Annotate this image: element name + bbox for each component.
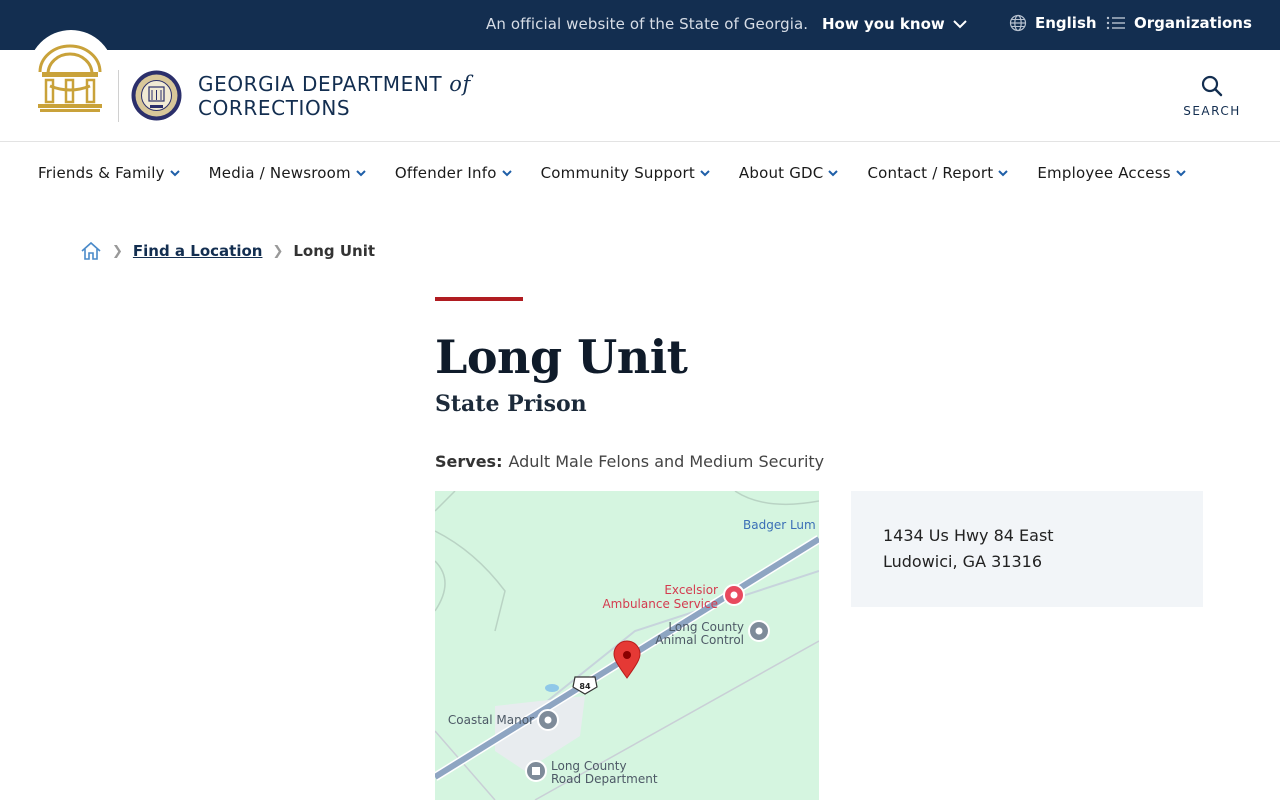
address-line1: 1434 Us Hwy 84 East [883, 526, 1054, 545]
home-icon[interactable] [80, 240, 102, 262]
address-card: 1434 Us Hwy 84 East Ludowici, GA 31316 [851, 491, 1203, 607]
highway-shield-label: 84 [579, 682, 591, 691]
site-header: GEORGIA DEPARTMENT of CORRECTIONS SEARCH [0, 30, 1280, 142]
chevron-down-icon [356, 170, 366, 177]
official-banner: An official website of the State of Geor… [0, 0, 1280, 50]
poi-label: Road Department [551, 772, 658, 786]
serves-value: Adult Male Felons and Medium Security [508, 452, 825, 471]
nav-item-label: Media / Newsroom [208, 164, 351, 182]
chevron-down-icon [1176, 170, 1186, 177]
nav-item-community-support[interactable]: Community Support [541, 164, 711, 182]
agency-name-of: of [449, 72, 471, 96]
poi-label: Excelsior [664, 583, 718, 597]
logo-divider [118, 70, 119, 122]
chevron-down-icon [501, 170, 512, 177]
how-you-know-toggle[interactable]: How you know [822, 15, 967, 33]
main-navigation: Friends & Family Media / Newsroom Offend… [0, 143, 1280, 203]
breadcrumb-current: Long Unit [293, 242, 376, 260]
poi-animal-control[interactable]: Long County Animal Control [655, 620, 770, 647]
poi-label: Long County [668, 620, 744, 634]
nav-item-friends-family[interactable]: Friends & Family [38, 164, 181, 182]
nav-item-contact-report[interactable]: Contact / Report [867, 164, 1009, 182]
address-line2: Ludowici, GA 31316 [883, 552, 1042, 571]
location-pin-icon[interactable] [613, 640, 641, 679]
globe-icon [1009, 14, 1027, 32]
map-label-badger: Badger Lum [743, 518, 816, 532]
location-map[interactable]: 84 Excelsior Ambulance Service Long Coun… [435, 491, 819, 800]
chevron-down-icon [828, 170, 839, 177]
nav-item-label: Community Support [540, 164, 695, 182]
chevron-down-icon [998, 170, 1009, 177]
nav-item-label: Offender Info [394, 164, 497, 182]
breadcrumb-separator: ❯ [112, 243, 123, 259]
search-icon [1201, 75, 1223, 97]
nav-item-about-gdc[interactable]: About GDC [739, 164, 840, 182]
breadcrumb: ❯ Find a Location ❯ Long Unit [80, 240, 375, 262]
language-label: English [1035, 14, 1097, 32]
poi-label: Ambulance Service [602, 597, 718, 611]
nav-item-label: About GDC [738, 164, 824, 182]
page-title: Long Unit [435, 330, 688, 384]
nav-item-media-newsroom[interactable]: Media / Newsroom [209, 164, 367, 182]
serves-label: Serves: [435, 452, 503, 471]
poi-road-department[interactable]: Long County Road Department [525, 759, 658, 786]
agency-name-line1: GEORGIA DEPARTMENT [198, 72, 443, 96]
nav-item-employee-access[interactable]: Employee Access [1037, 164, 1186, 182]
poi-label: Animal Control [655, 633, 744, 647]
agency-name-line2: CORRECTIONS [198, 96, 351, 120]
search-label: SEARCH [1183, 104, 1241, 118]
official-website-text: An official website of the State of Geor… [486, 15, 809, 33]
chevron-down-icon [700, 170, 710, 177]
nav-item-offender-info[interactable]: Offender Info [395, 164, 513, 182]
nav-item-label: Friends & Family [38, 164, 165, 182]
poi-label: Coastal Manor [448, 713, 534, 727]
breadcrumb-link-find-location[interactable]: Find a Location [133, 242, 263, 260]
page-subtitle: State Prison [435, 391, 587, 417]
serves-info: Serves: Adult Male Felons and Medium Secu… [435, 452, 824, 471]
search-button[interactable]: SEARCH [1180, 74, 1244, 118]
georgia-arch-logo[interactable] [36, 42, 104, 114]
list-icon [1106, 16, 1125, 30]
organizations-link[interactable]: Organizations [1106, 14, 1252, 32]
map-canvas: 84 Excelsior Ambulance Service Long Coun… [435, 491, 819, 800]
chevron-down-icon [169, 170, 180, 177]
gdc-department-seal[interactable] [131, 70, 182, 121]
nav-item-label: Contact / Report [867, 164, 994, 182]
how-you-know-label: How you know [822, 15, 945, 33]
poi-label: Long County [551, 759, 627, 773]
nav-item-label: Employee Access [1037, 164, 1171, 182]
title-accent-rule [435, 297, 523, 301]
breadcrumb-separator: ❯ [272, 243, 284, 259]
language-selector[interactable]: English [1009, 14, 1097, 32]
organizations-label: Organizations [1134, 14, 1252, 32]
agency-name[interactable]: GEORGIA DEPARTMENT of CORRECTIONS [198, 72, 471, 120]
chevron-down-icon [953, 20, 967, 29]
